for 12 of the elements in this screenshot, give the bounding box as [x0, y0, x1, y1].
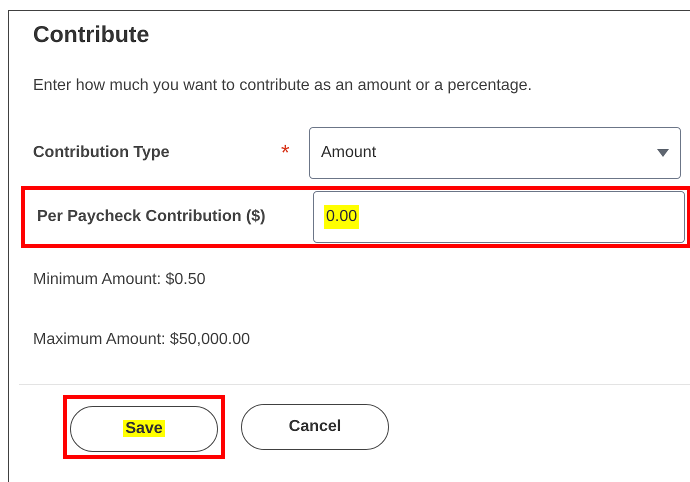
field-label: Contribution Type — [33, 142, 171, 162]
contribution-type-select[interactable]: Amount — [309, 126, 681, 178]
dropdown-arrow-icon — [657, 148, 669, 156]
input-field[interactable]: 0.00 — [313, 190, 685, 242]
cancel-button[interactable]: Cancel — [241, 404, 389, 450]
field-label: Per Paycheck Contribution ($) — [37, 206, 266, 226]
required-mark: * — [281, 140, 290, 165]
dialog-title: Contribute — [33, 20, 150, 49]
description: Enter how much you want to contribute as an amount or a percentage. — [33, 76, 533, 96]
limit-text: Minimum Amount: $0.50 — [33, 270, 207, 290]
limit-text: Maximum Amount: $50,000.00 — [33, 330, 252, 350]
save-button[interactable]: Save — [70, 406, 218, 452]
